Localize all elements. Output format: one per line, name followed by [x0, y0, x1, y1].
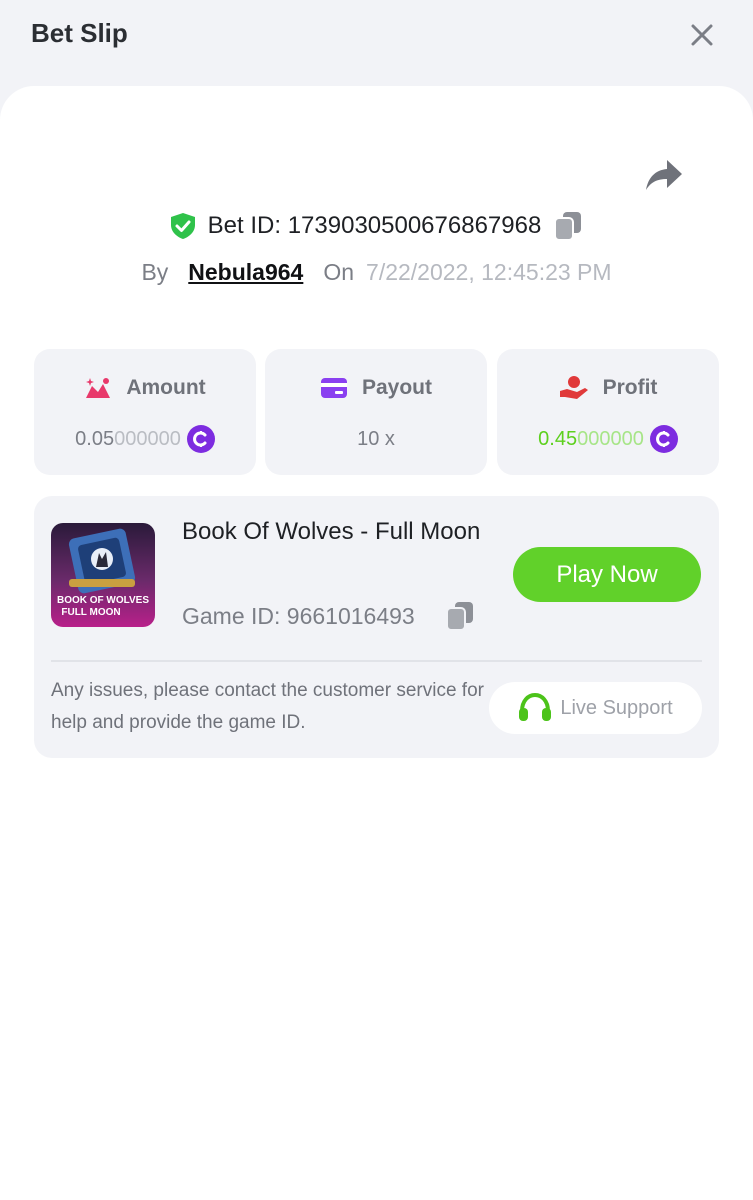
- share-button[interactable]: [644, 155, 684, 195]
- payout-value-row: 10 x: [265, 423, 487, 455]
- thumb-title-line1: BOOK OF WOLVES: [57, 595, 149, 606]
- bet-id: Bet ID: 1739030500676867968: [207, 212, 542, 239]
- bet-meta-row: By Nebula964 On 7/22/2022, 12:45:23 PM: [0, 252, 753, 292]
- profit-header: Profit: [497, 371, 719, 405]
- header-bar: Bet Slip: [0, 0, 753, 86]
- amount-card: Amount 0.05000000: [34, 349, 256, 475]
- username-link[interactable]: Nebula964: [188, 259, 303, 286]
- payout-card: Payout 10 x: [265, 349, 487, 475]
- card-icon: [320, 378, 347, 398]
- amount-value-trailing: 000000: [114, 427, 181, 450]
- profit-value: 0.45000000: [497, 423, 719, 455]
- play-now-button[interactable]: Play Now: [513, 547, 701, 602]
- game-id: Game ID: 9661016493: [182, 602, 415, 629]
- coin-icon: [649, 425, 678, 453]
- on-label: On: [323, 258, 355, 285]
- profit-value-trailing: 000000: [577, 427, 644, 450]
- payout-header: Payout: [265, 371, 487, 405]
- page-title: Bet Slip: [31, 18, 128, 48]
- amount-value-main: 0.05: [75, 427, 115, 450]
- amount-value: 0.05000000: [34, 423, 256, 455]
- payout-label: Payout: [361, 376, 432, 399]
- copy-bet-id-button[interactable]: [553, 210, 583, 242]
- thumb-title-line2: FULL MOON: [61, 607, 120, 618]
- hand-coin-icon: [559, 376, 588, 399]
- bet-timestamp: 7/22/2022, 12:45:23 PM: [366, 258, 612, 285]
- copy-game-id-button[interactable]: [445, 600, 475, 632]
- profit-label: Profit: [602, 376, 658, 399]
- headset-icon: [519, 693, 552, 721]
- copy-icon: [445, 602, 473, 631]
- game-id-row: Game ID: 9661016493: [182, 596, 475, 636]
- coin-icon: [186, 425, 215, 453]
- divider: [51, 660, 702, 662]
- payout-value: 10 x: [357, 427, 395, 450]
- share-icon: [646, 160, 682, 190]
- profit-card: Profit 0.45000000: [497, 349, 719, 475]
- bet-id-row: Bet ID: 1739030500676867968: [0, 204, 753, 248]
- help-text: Any issues, please contact the customer …: [51, 680, 484, 733]
- live-support-button[interactable]: Live Support: [489, 682, 702, 734]
- amount-header: Amount: [34, 371, 256, 405]
- profit-value-main: 0.45: [538, 427, 578, 450]
- live-support-label: Live Support: [560, 696, 673, 719]
- shield-check-icon: [170, 213, 195, 239]
- close-button[interactable]: [686, 19, 718, 51]
- close-icon: [691, 24, 713, 46]
- copy-icon: [554, 212, 582, 241]
- amount-label: Amount: [126, 376, 206, 399]
- game-card: BOOK OF WOLVES FULL MOON Book Of Wolves …: [34, 496, 719, 758]
- game-title[interactable]: Book Of Wolves - Full Moon: [182, 512, 482, 551]
- game-thumbnail[interactable]: BOOK OF WOLVES FULL MOON: [51, 523, 155, 627]
- amount-icon: [86, 378, 111, 398]
- by-label: By: [141, 258, 169, 285]
